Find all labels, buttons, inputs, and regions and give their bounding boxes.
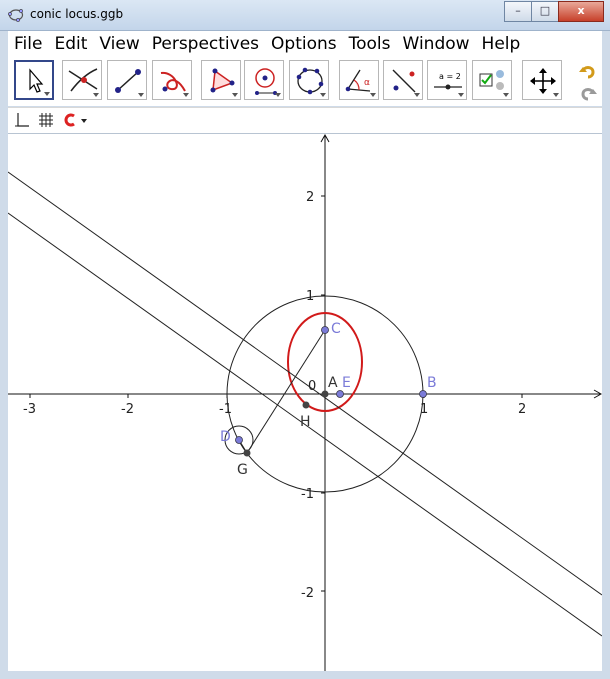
menu-file[interactable]: File — [8, 34, 48, 54]
geogebra-app-icon — [8, 9, 24, 22]
menu-bar: File Edit View Perspectives Options Tool… — [8, 31, 602, 56]
point-label-e: E — [342, 375, 351, 391]
redo-icon[interactable] — [578, 84, 598, 104]
conic-tool-button[interactable] — [289, 60, 329, 100]
point-d[interactable]: D — [220, 429, 243, 445]
x-tick-label: -3 — [23, 402, 36, 417]
dropdown-arrow-icon[interactable] — [80, 117, 88, 125]
circle-tool-button[interactable] — [244, 60, 284, 100]
x-tick-label: 2 — [518, 402, 526, 417]
axes-toggle-icon[interactable] — [14, 112, 30, 128]
svg-text:α: α — [364, 78, 370, 88]
close-button[interactable]: x — [558, 1, 604, 22]
point-label-g: G — [237, 462, 248, 478]
graphics-view[interactable]: -3 -2 -1 1 2 2 1 -1 -2 0 H G D A E B C — [8, 133, 602, 672]
menu-perspectives[interactable]: Perspectives — [146, 34, 265, 54]
point-label-c: C — [331, 321, 341, 337]
x-tick-label: -1 — [219, 402, 232, 417]
intersect-tool-button[interactable] — [62, 60, 102, 100]
point-c[interactable]: C — [321, 321, 342, 337]
style-bar — [8, 107, 602, 134]
menu-help[interactable]: Help — [476, 34, 527, 54]
move-graphics-tool-button[interactable] — [522, 60, 562, 100]
checkbox-tool-button[interactable] — [472, 60, 512, 100]
window-title: conic locus.ggb — [30, 7, 124, 21]
menu-edit[interactable]: Edit — [48, 34, 93, 54]
polygon-tool-button[interactable] — [201, 60, 241, 100]
point-capturing-icon[interactable] — [62, 112, 78, 128]
x-ticks: -3 -2 -1 1 2 — [23, 394, 526, 417]
window-bottom-border — [0, 671, 610, 679]
title-bar[interactable]: conic locus.ggb – □ x — [0, 0, 610, 31]
menu-window[interactable]: Window — [397, 34, 476, 54]
y-tick-label: -2 — [301, 586, 314, 601]
slider-tool-button[interactable]: a = 2 — [427, 60, 467, 100]
menu-options[interactable]: Options — [265, 34, 343, 54]
y-tick-label: 2 — [306, 190, 314, 205]
menu-tools[interactable]: Tools — [343, 34, 397, 54]
toolbar: α a = 2 — [8, 56, 602, 106]
line-1 — [8, 171, 602, 596]
svg-text:a = 2: a = 2 — [439, 72, 461, 81]
menu-view[interactable]: View — [93, 34, 145, 54]
move-tool-button[interactable] — [14, 60, 54, 100]
point-label-d: D — [220, 429, 231, 445]
angle-tool-button[interactable]: α — [339, 60, 379, 100]
point-label-a: A — [328, 375, 338, 391]
minimize-button[interactable]: – — [504, 1, 532, 22]
graphics-canvas[interactable]: -3 -2 -1 1 2 2 1 -1 -2 0 H G D A E B C — [8, 134, 602, 672]
undo-icon[interactable] — [578, 62, 598, 82]
point-label-h: H — [300, 414, 311, 430]
reflect-tool-button[interactable] — [383, 60, 423, 100]
maximize-button[interactable]: □ — [531, 1, 559, 22]
grid-toggle-icon[interactable] — [38, 112, 54, 128]
x-tick-label: -2 — [121, 402, 134, 417]
locus-tool-button[interactable] — [152, 60, 192, 100]
segment-tool-button[interactable] — [107, 60, 147, 100]
point-label-b: B — [427, 375, 437, 391]
point-h[interactable]: H — [300, 401, 311, 431]
